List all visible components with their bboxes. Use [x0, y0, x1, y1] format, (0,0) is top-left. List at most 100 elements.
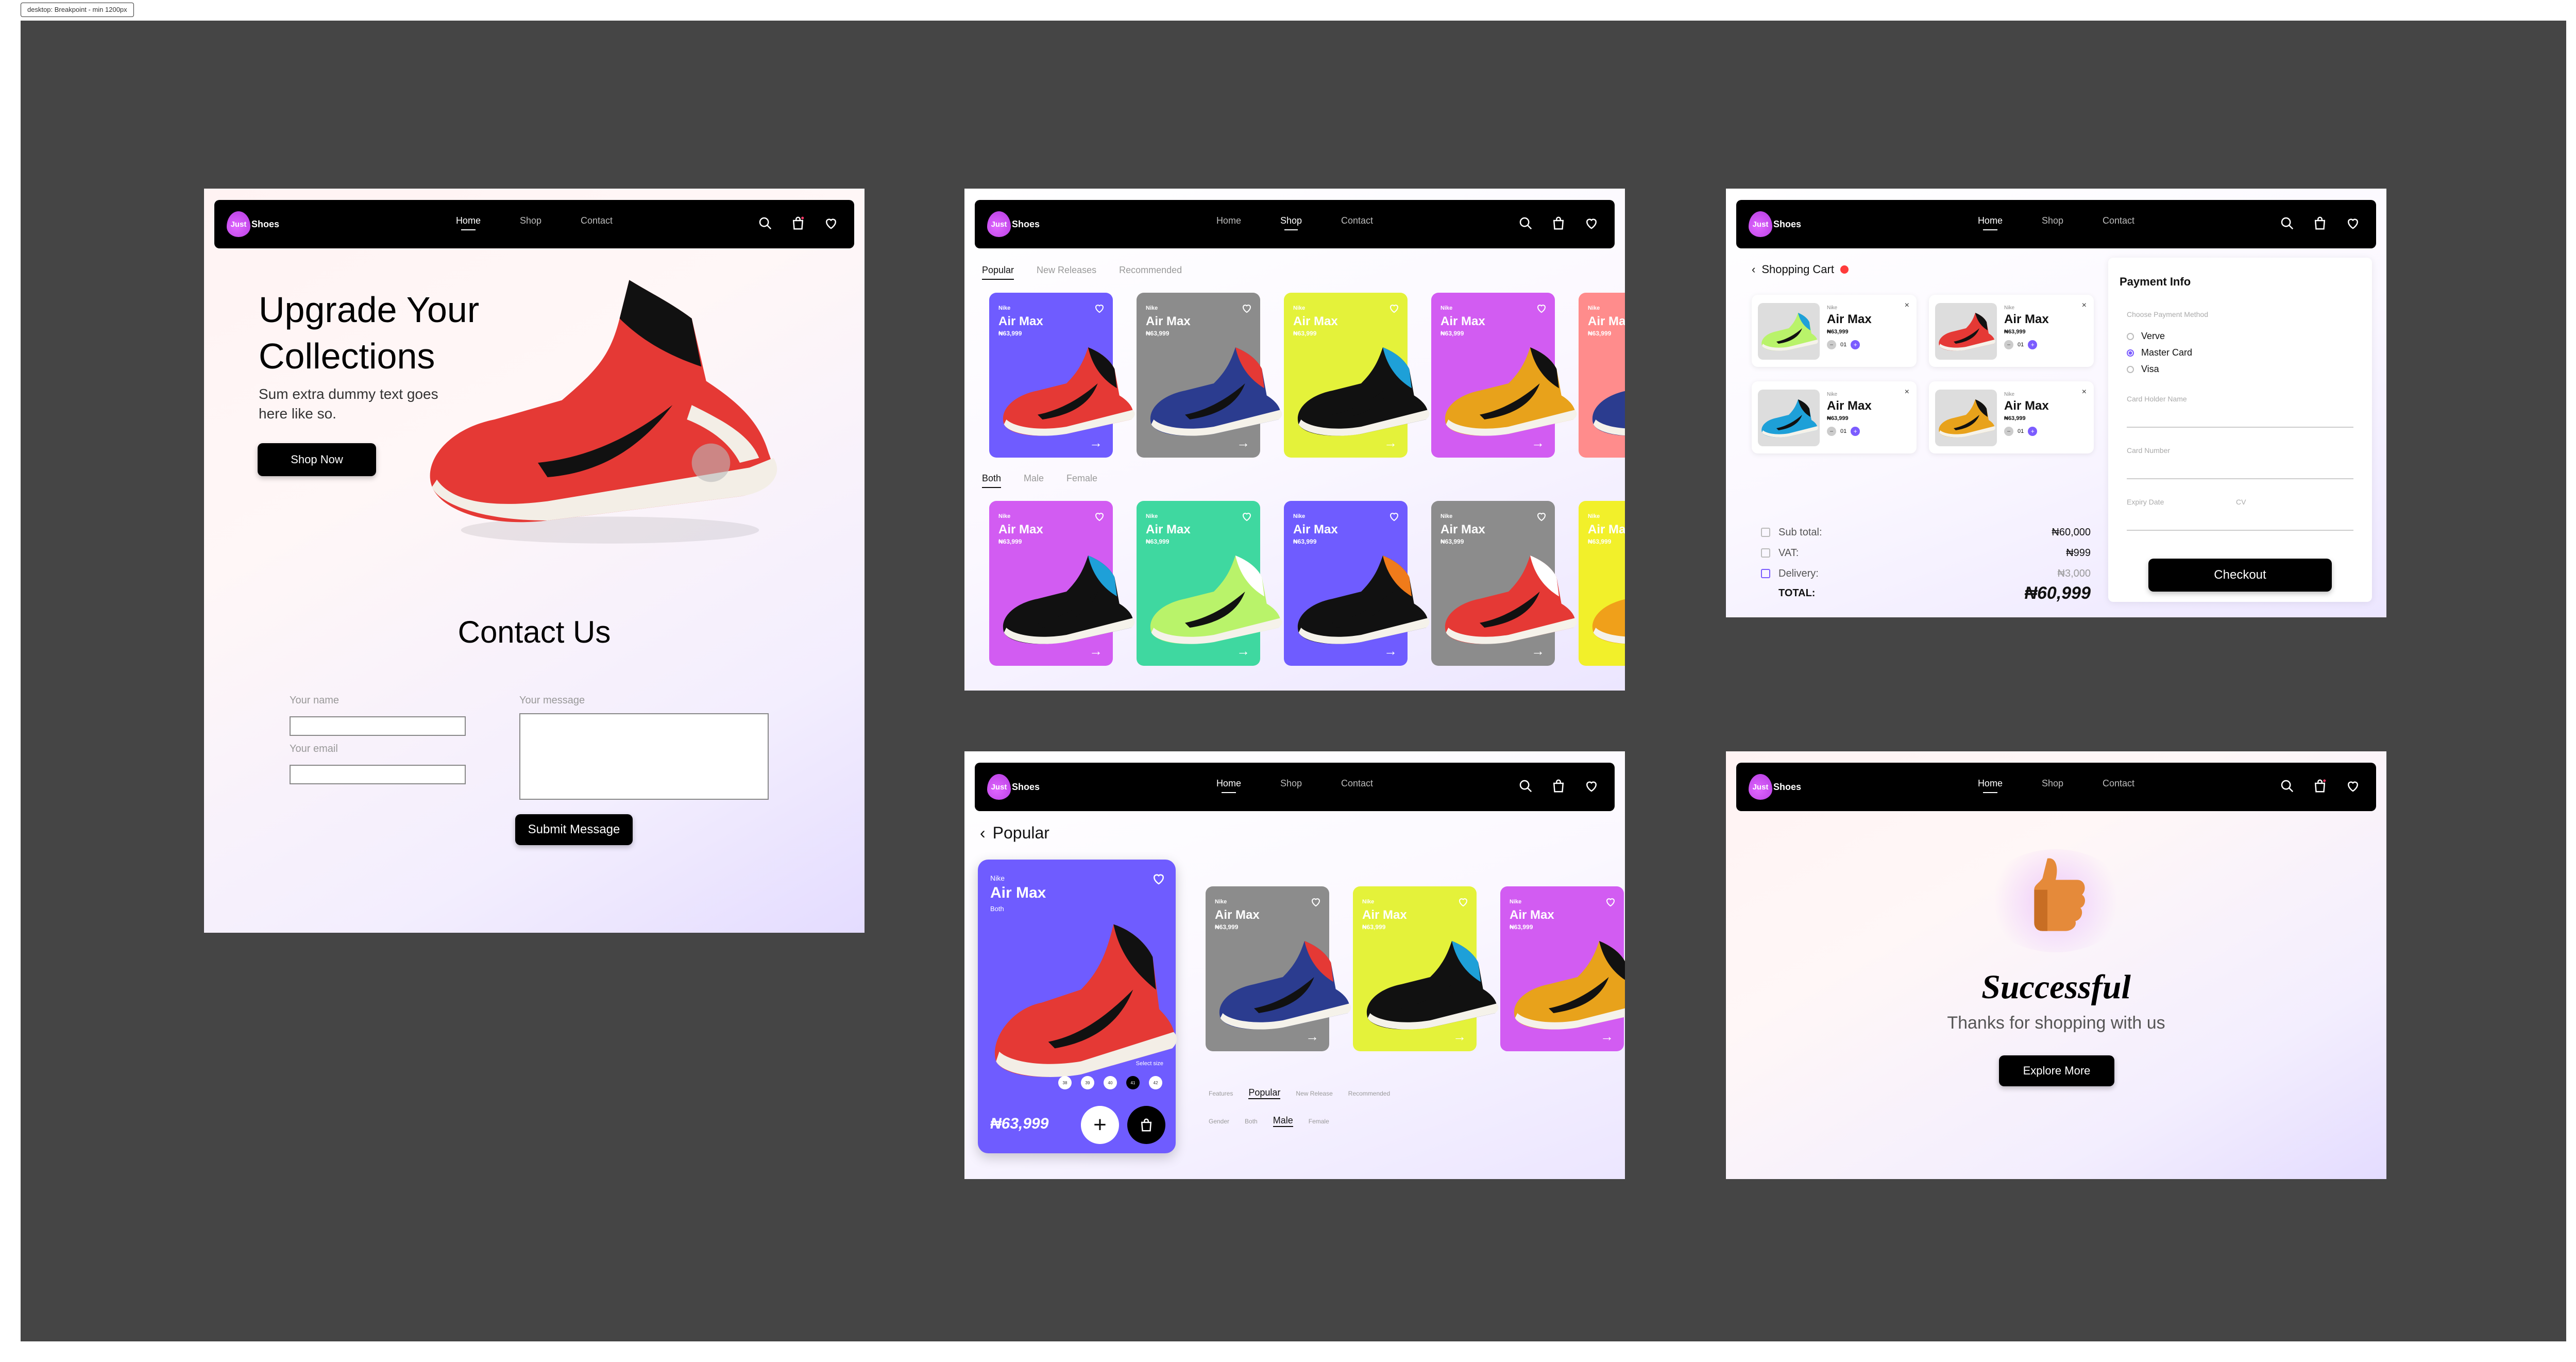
arrow-right-icon[interactable]: → — [1384, 644, 1398, 658]
plus-icon[interactable]: + — [1851, 340, 1860, 349]
tab-popular[interactable]: Popular — [1248, 1087, 1281, 1099]
search-icon[interactable] — [2277, 213, 2297, 233]
card-number-input[interactable] — [2127, 464, 2353, 479]
product-card[interactable]: NikeAir Max₦63,999→ — [989, 501, 1135, 666]
payment-method-option[interactable]: Verve — [2127, 331, 2165, 342]
bag-icon[interactable] — [1549, 776, 1568, 796]
nav-shop[interactable]: Shop — [1280, 778, 1302, 789]
card-holder-input[interactable] — [2127, 412, 2353, 428]
bag-icon[interactable] — [1549, 213, 1568, 233]
search-icon[interactable] — [1516, 776, 1535, 796]
cart-item[interactable]: Nike Air Max ₦63,999−01 + × — [1929, 295, 2094, 367]
explore-more-button[interactable]: Explore More — [1999, 1055, 2114, 1086]
size-option[interactable]: 38 — [1058, 1076, 1072, 1089]
heart-icon[interactable] — [1388, 510, 1400, 523]
search-icon[interactable] — [2277, 776, 2297, 796]
close-icon[interactable]: × — [1905, 388, 1909, 397]
cart-item[interactable]: Nike Air Max ₦63,999−01 + × — [1929, 381, 2094, 453]
plus-icon[interactable]: + — [2028, 340, 2038, 349]
arrow-right-icon[interactable]: → — [1089, 644, 1104, 658]
nav-contact[interactable]: Contact — [581, 215, 613, 226]
plus-icon[interactable]: + — [2028, 427, 2038, 436]
nav-shop[interactable]: Shop — [2042, 215, 2063, 226]
nav-shop[interactable]: Shop — [520, 215, 541, 226]
radio-icon[interactable] — [2127, 349, 2134, 357]
back-to-popular[interactable]: ‹ Popular — [980, 823, 1049, 843]
heart-icon[interactable] — [1151, 871, 1166, 886]
shop-now-button[interactable]: Shop Now — [258, 443, 376, 476]
nav-home[interactable]: Home — [1216, 215, 1241, 226]
minus-icon[interactable]: − — [1827, 427, 1836, 436]
radio-icon[interactable] — [2127, 332, 2134, 340]
heart-icon[interactable] — [1093, 302, 1106, 314]
expiry-input[interactable] — [2127, 515, 2353, 531]
add-button[interactable]: + — [1081, 1106, 1119, 1144]
product-card[interactable]: NikeAir Max₦63,999→ — [1206, 886, 1351, 1051]
nav-home[interactable]: Home — [1978, 778, 2003, 793]
heart-icon[interactable] — [2343, 776, 2363, 796]
nav-shop[interactable]: Shop — [1280, 215, 1302, 230]
bag-icon[interactable] — [788, 213, 808, 233]
sub-total-checkbox[interactable] — [1761, 528, 1770, 537]
minus-icon[interactable]: − — [1827, 340, 1836, 349]
email-input[interactable] — [290, 765, 466, 784]
payment-method-option[interactable]: Master Card — [2127, 347, 2192, 358]
nav-home[interactable]: Home — [1216, 778, 1241, 793]
plus-icon[interactable]: + — [1851, 427, 1860, 436]
tab-male[interactable]: Male — [1024, 473, 1044, 484]
arrow-right-icon[interactable]: → — [1600, 1030, 1615, 1043]
payment-method-option[interactable]: Visa — [2127, 364, 2159, 375]
delivery-checkbox[interactable] — [1761, 569, 1770, 578]
arrow-right-icon[interactable]: → — [1453, 1030, 1467, 1043]
tab-female[interactable]: Female — [1066, 473, 1097, 484]
tab-male[interactable]: Male — [1273, 1115, 1293, 1127]
tab-both[interactable]: Both — [982, 473, 1002, 488]
tab-both[interactable]: Both — [1245, 1118, 1258, 1125]
arrow-right-icon[interactable]: → — [1384, 436, 1398, 449]
heart-icon[interactable] — [2343, 213, 2363, 233]
close-icon[interactable]: × — [2082, 388, 2087, 397]
heart-icon[interactable] — [1457, 896, 1469, 908]
size-option[interactable]: 42 — [1149, 1076, 1162, 1089]
close-icon[interactable]: × — [1905, 301, 1909, 310]
heart-icon[interactable] — [1241, 302, 1253, 314]
submit-message-button[interactable]: Submit Message — [515, 814, 633, 845]
vat-checkbox[interactable] — [1761, 548, 1770, 558]
tab-female[interactable]: Female — [1309, 1118, 1329, 1125]
product-card[interactable]: NikeAir Max₦63,999→ — [1579, 501, 1625, 666]
size-option[interactable]: 40 — [1104, 1076, 1117, 1089]
arrow-right-icon[interactable]: → — [1531, 436, 1546, 449]
tab-recommended[interactable]: Recommended — [1119, 265, 1182, 276]
name-input[interactable] — [290, 716, 466, 736]
add-to-bag-button[interactable] — [1127, 1106, 1165, 1144]
bag-icon[interactable] — [2310, 213, 2330, 233]
product-card[interactable]: NikeAir Max₦63,999→ — [989, 293, 1135, 458]
message-input[interactable] — [519, 713, 769, 800]
close-icon[interactable]: × — [2082, 301, 2087, 310]
heart-icon[interactable] — [1535, 510, 1548, 523]
product-card[interactable]: NikeAir Max₦63,999→ — [1137, 501, 1282, 666]
heart-icon[interactable] — [1535, 302, 1548, 314]
nav-home[interactable]: Home — [456, 215, 481, 230]
minus-icon[interactable]: − — [2004, 340, 2013, 349]
heart-icon[interactable] — [1093, 510, 1106, 523]
bag-icon[interactable] — [2310, 776, 2330, 796]
size-option[interactable]: 39 — [1081, 1076, 1094, 1089]
cart-item[interactable]: Nike Air Max ₦63,999−01 + × — [1752, 381, 1917, 453]
nav-home[interactable]: Home — [1978, 215, 2003, 230]
arrow-right-icon[interactable]: → — [1306, 1030, 1320, 1043]
arrow-right-icon[interactable]: → — [1236, 644, 1251, 658]
heart-icon[interactable] — [1604, 896, 1617, 908]
product-card[interactable]: NikeAir Max₦63,999→ — [1137, 293, 1282, 458]
cart-item[interactable]: Nike Air Max ₦63,999−01 + × — [1752, 295, 1917, 367]
nav-contact[interactable]: Contact — [1341, 215, 1373, 226]
featured-product-card[interactable]: Nike Air Max Both Select size 38 39 40 41 42… — [978, 860, 1177, 1153]
product-card[interactable]: NikeAir Max₦63,999→ — [1579, 293, 1625, 458]
search-icon[interactable] — [1516, 213, 1535, 233]
nav-contact[interactable]: Contact — [2103, 215, 2134, 226]
heart-icon[interactable] — [1388, 302, 1400, 314]
product-card[interactable]: NikeAir Max₦63,999→ — [1284, 293, 1430, 458]
tab-popular[interactable]: Popular — [982, 265, 1014, 280]
tab-recommended[interactable]: Recommended — [1348, 1090, 1390, 1097]
product-card[interactable]: NikeAir Max₦63,999→ — [1431, 501, 1577, 666]
